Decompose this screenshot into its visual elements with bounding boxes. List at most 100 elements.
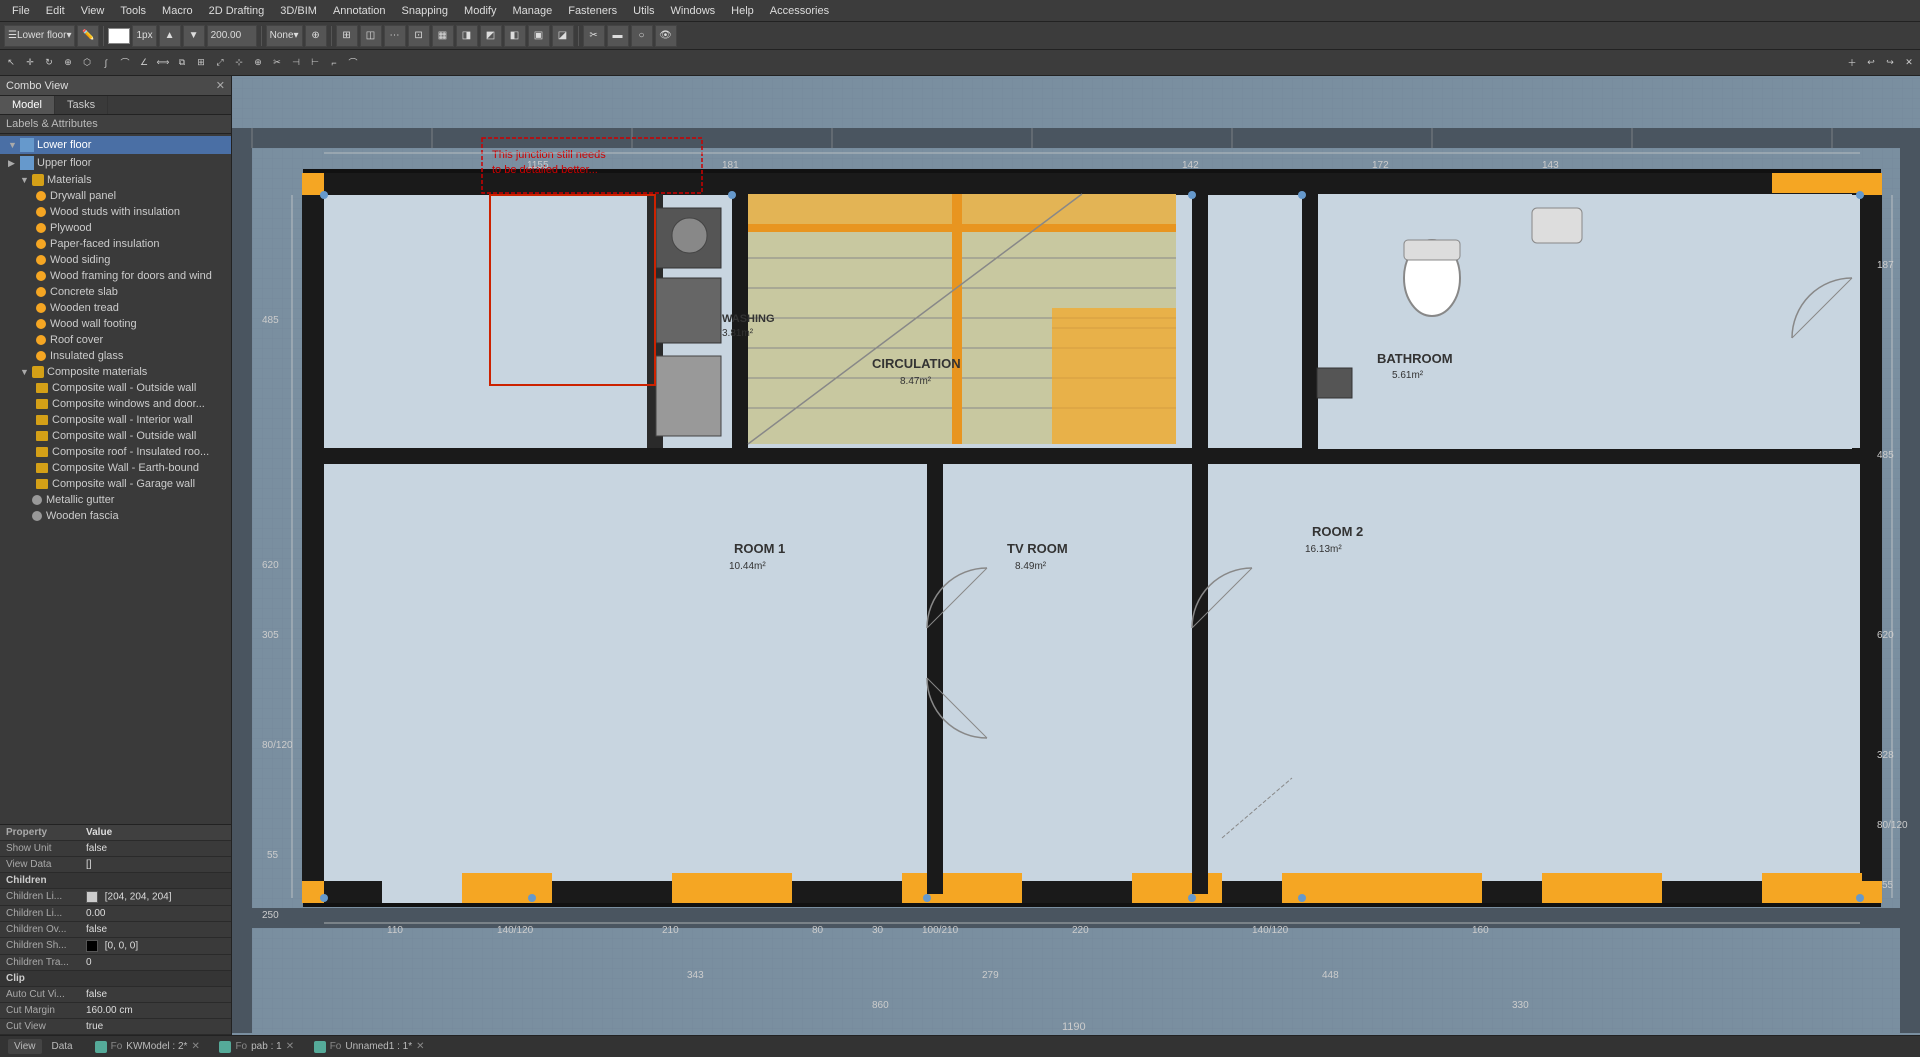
tb2-trim[interactable]: ⊣	[287, 53, 305, 73]
tb2-plus[interactable]: ＋	[1843, 53, 1861, 73]
tree-item-insulated-glass[interactable]: Insulated glass	[0, 348, 231, 364]
tree-item-metallic-gutter[interactable]: Metallic gutter	[0, 492, 231, 508]
tree-item-wood-studs[interactable]: Wood studs with insulation	[0, 204, 231, 220]
tree-item-comp-garage[interactable]: Composite wall - Garage wall	[0, 476, 231, 492]
tb2-crosshair[interactable]: ✛	[21, 53, 39, 73]
status-pab[interactable]: pab : 1	[251, 1041, 282, 1052]
tree-item-comp-interior[interactable]: Composite wall - Interior wall	[0, 412, 231, 428]
tb2-array[interactable]: ⊞	[192, 53, 210, 73]
tb2-offset[interactable]: ⊹	[230, 53, 248, 73]
menu-windows[interactable]: Windows	[663, 3, 724, 19]
data-tab-label[interactable]: Data	[46, 1039, 79, 1054]
status-kwmodel[interactable]: KWModel : 2*	[126, 1041, 187, 1052]
tree-item-wooden-tread[interactable]: Wooden tread	[0, 300, 231, 316]
pencil-btn[interactable]: ✏️	[77, 25, 99, 47]
menu-macro[interactable]: Macro	[154, 3, 201, 19]
tree-item-paper-insulation[interactable]: Paper-faced insulation	[0, 236, 231, 252]
tree-item-roof-cover[interactable]: Roof cover	[0, 332, 231, 348]
tree-item-comp-windows[interactable]: Composite windows and door...	[0, 396, 231, 412]
tb2-delete[interactable]: ✕	[1900, 53, 1918, 73]
tb2-undo[interactable]: ↩	[1862, 53, 1880, 73]
menu-annotation[interactable]: Annotation	[325, 3, 394, 19]
tree-item-comp-roof[interactable]: Composite roof - Insulated roo...	[0, 444, 231, 460]
color-swatch-btn[interactable]	[108, 28, 130, 44]
zoom-input[interactable]	[207, 25, 257, 47]
menu-snapping[interactable]: Snapping	[394, 3, 457, 19]
tb2-mirror[interactable]: ⟺	[154, 53, 172, 73]
tree-item-comp-outside1[interactable]: Composite wall - Outside wall	[0, 380, 231, 396]
tree-item-comp-earth[interactable]: Composite Wall - Earth-bound	[0, 460, 231, 476]
tb2-origin[interactable]: ⊕	[59, 53, 77, 73]
view-btn[interactable]: 👁	[655, 25, 677, 47]
tree-label-drywall: Drywall panel	[50, 190, 116, 202]
tab-model[interactable]: Model	[0, 96, 55, 114]
tb2-redo[interactable]: ↪	[1881, 53, 1899, 73]
tree-item-comp-outside2[interactable]: Composite wall - Outside wall	[0, 428, 231, 444]
tree-item-concrete-slab[interactable]: Concrete slab	[0, 284, 231, 300]
tb2-arrow[interactable]: ↖	[2, 53, 20, 73]
snap-icon-btn[interactable]: ⊕	[305, 25, 327, 47]
dotted-btn[interactable]: ⋯	[384, 25, 406, 47]
tb2-fillet[interactable]: ⌒	[344, 53, 362, 73]
status-close1[interactable]: ✕	[191, 1041, 203, 1053]
view-tab-label[interactable]: View	[8, 1039, 42, 1054]
snap3-btn[interactable]: ⊡	[408, 25, 430, 47]
snap2-btn[interactable]: ◫	[360, 25, 382, 47]
menu-utils[interactable]: Utils	[625, 3, 662, 19]
menu-file[interactable]: File	[4, 3, 38, 19]
mode3-btn[interactable]: ◩	[480, 25, 502, 47]
tree-item-upper-floor[interactable]: ▶ Upper floor	[0, 154, 231, 172]
rect-btn[interactable]: ▬	[607, 25, 629, 47]
tb2-extend[interactable]: ⊢	[306, 53, 324, 73]
cut-btn[interactable]: ✂	[583, 25, 605, 47]
pen-size-btn[interactable]: 1px	[132, 25, 156, 47]
tb2-scale[interactable]: ⤢	[211, 53, 229, 73]
tree-item-wooden-fascia[interactable]: Wooden fascia	[0, 508, 231, 524]
floor-dropdown-btn[interactable]: ☰ Lower floor ▾	[4, 25, 75, 47]
tb2-poly[interactable]: ⬡	[78, 53, 96, 73]
tree-item-wood-framing[interactable]: Wood framing for doors and wind	[0, 268, 231, 284]
pen-size-down[interactable]: ▼	[183, 25, 205, 47]
tree-item-drywall[interactable]: Drywall panel	[0, 188, 231, 204]
tree-item-wood-footing[interactable]: Wood wall footing	[0, 316, 231, 332]
tb2-curve[interactable]: ∫	[97, 53, 115, 73]
tb2-bend[interactable]: ⌒	[116, 53, 134, 73]
tb2-angle[interactable]: ∠	[135, 53, 153, 73]
tree-item-composite-materials[interactable]: ▼ Composite materials	[0, 364, 231, 380]
close-icon[interactable]: ✕	[216, 79, 225, 92]
pen-size-up[interactable]: ▲	[159, 25, 181, 47]
snap-btn[interactable]: None ▾	[266, 25, 303, 47]
mode5-btn[interactable]: ▣	[528, 25, 550, 47]
mode2-btn[interactable]: ◨	[456, 25, 478, 47]
status-unnamed[interactable]: Unnamed1 : 1*	[345, 1041, 412, 1052]
circle-btn[interactable]: ○	[631, 25, 653, 47]
tree-item-plywood[interactable]: Plywood	[0, 220, 231, 236]
tree-item-lower-floor[interactable]: ▼ Lower floor	[0, 136, 231, 154]
menu-accessories[interactable]: Accessories	[762, 3, 837, 19]
menu-fasteners[interactable]: Fasteners	[560, 3, 625, 19]
tb2-copy[interactable]: ⧉	[173, 53, 191, 73]
tb2-join[interactable]: ⊕	[249, 53, 267, 73]
status-close3[interactable]: ✕	[416, 1041, 428, 1053]
tree-item-wood-siding[interactable]: Wood siding	[0, 252, 231, 268]
menu-2ddrafting[interactable]: 2D Drafting	[201, 3, 273, 19]
status-close2[interactable]: ✕	[286, 1041, 298, 1053]
menu-modify[interactable]: Modify	[456, 3, 504, 19]
tree-item-materials[interactable]: ▼ Materials	[0, 172, 231, 188]
menu-help[interactable]: Help	[723, 3, 762, 19]
grid-btn[interactable]: ⊞	[336, 25, 358, 47]
mode6-btn[interactable]: ◪	[552, 25, 574, 47]
mode4-btn[interactable]: ◧	[504, 25, 526, 47]
canvas-area[interactable]: This junction still needs to be detailed…	[232, 76, 1920, 1035]
mode1-btn[interactable]: ▦	[432, 25, 454, 47]
tb2-split[interactable]: ✂	[268, 53, 286, 73]
tb2-chamfer[interactable]: ⌐	[325, 53, 343, 73]
menu-edit[interactable]: Edit	[38, 3, 73, 19]
tb2-rotate[interactable]: ↻	[40, 53, 58, 73]
menu-manage[interactable]: Manage	[504, 3, 560, 19]
menu-view[interactable]: View	[73, 3, 113, 19]
tab-tasks[interactable]: Tasks	[55, 96, 108, 114]
menu-3dbim[interactable]: 3D/BIM	[272, 3, 325, 19]
menu-tools[interactable]: Tools	[112, 3, 154, 19]
tree-area[interactable]: ▼ Lower floor ▶ Upper floor ▼ Materials	[0, 134, 231, 824]
